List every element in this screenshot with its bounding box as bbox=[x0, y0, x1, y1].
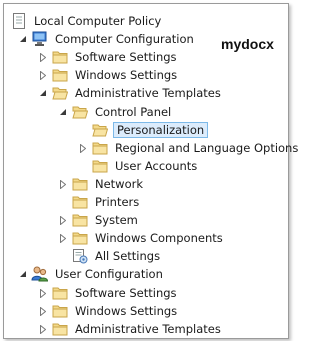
collapsed-arrow-icon[interactable] bbox=[78, 139, 88, 157]
tree-item-label: Printers bbox=[95, 195, 140, 209]
tree-item-label: Local Computer Policy bbox=[34, 14, 162, 28]
folder-icon bbox=[51, 67, 69, 83]
folder-icon bbox=[51, 49, 69, 65]
folder-icon bbox=[71, 230, 89, 246]
folder-icon bbox=[51, 303, 69, 319]
collapsed-arrow-icon[interactable] bbox=[58, 229, 68, 247]
expanded-arrow-icon[interactable] bbox=[18, 265, 28, 283]
tree-item-label: Software Settings bbox=[75, 286, 177, 300]
expanded-arrow-icon[interactable] bbox=[18, 30, 28, 48]
tree-item-uc-software-settings[interactable]: Software Settings bbox=[38, 284, 179, 302]
folder-open-icon bbox=[91, 122, 109, 138]
expanded-arrow-icon[interactable] bbox=[38, 84, 48, 102]
tree-item-uc-windows-settings[interactable]: Windows Settings bbox=[38, 302, 179, 320]
collapsed-arrow-icon[interactable] bbox=[58, 211, 68, 229]
users-icon bbox=[31, 266, 49, 282]
tree-item-label: Windows Components bbox=[95, 231, 223, 245]
collapsed-arrow-icon[interactable] bbox=[38, 48, 48, 66]
tree-item-label: Regional and Language Options bbox=[115, 141, 299, 155]
tree-item-personalization[interactable]: Personalization bbox=[91, 121, 209, 139]
tree-item-all-settings[interactable]: All Settings bbox=[71, 247, 162, 265]
collapsed-arrow-icon[interactable] bbox=[38, 320, 48, 338]
tree-item-uc-administrative-templates[interactable]: Administrative Templates bbox=[38, 320, 223, 338]
tree-item-network[interactable]: Network bbox=[58, 175, 145, 193]
folder-icon bbox=[71, 212, 89, 228]
tree-item-label: Administrative Templates bbox=[75, 322, 221, 336]
tree-item-control-panel[interactable]: Control Panel bbox=[58, 103, 173, 121]
tree-item-label: Network bbox=[95, 177, 144, 191]
tree-item-label: User Configuration bbox=[55, 267, 163, 281]
folder-icon bbox=[91, 140, 109, 156]
folder-icon bbox=[71, 176, 89, 192]
expanded-arrow-icon[interactable] bbox=[58, 103, 68, 121]
policy-document-icon bbox=[10, 13, 28, 29]
all-settings-icon bbox=[71, 248, 89, 264]
tree-item-label: System bbox=[95, 213, 138, 227]
collapsed-arrow-icon[interactable] bbox=[38, 66, 48, 84]
folder-icon bbox=[91, 158, 109, 174]
folder-open-icon bbox=[51, 85, 69, 101]
collapsed-arrow-icon[interactable] bbox=[38, 284, 48, 302]
tree-item-label: Administrative Templates bbox=[75, 86, 221, 100]
tree-item-label: Software Settings bbox=[75, 50, 177, 64]
folder-icon bbox=[51, 285, 69, 301]
tree-item-regional-language-options[interactable]: Regional and Language Options bbox=[78, 139, 300, 157]
tree-item-label: Control Panel bbox=[95, 105, 172, 119]
collapsed-arrow-icon[interactable] bbox=[38, 302, 48, 320]
tree-item-label: Windows Settings bbox=[75, 304, 178, 318]
collapsed-arrow-icon[interactable] bbox=[58, 175, 68, 193]
tree-item-local-computer-policy[interactable]: Local Computer Policy bbox=[10, 12, 163, 30]
tree-item-cc-software-settings[interactable]: Software Settings bbox=[38, 48, 179, 66]
tree-item-user-configuration[interactable]: User Configuration bbox=[18, 265, 165, 283]
tree-item-label: Computer Configuration bbox=[55, 32, 194, 46]
computer-icon bbox=[31, 31, 49, 47]
folder-open-icon bbox=[71, 104, 89, 120]
tree-item-label: User Accounts bbox=[115, 159, 198, 173]
watermark-text: mydocx bbox=[221, 36, 274, 52]
tree-item-cc-administrative-templates[interactable]: Administrative Templates bbox=[36, 84, 223, 102]
tree-item-label: All Settings bbox=[95, 249, 161, 263]
tree-item-computer-configuration[interactable]: Computer Configuration bbox=[18, 30, 196, 48]
tree-item-cc-windows-settings[interactable]: Windows Settings bbox=[38, 66, 179, 84]
tree-item-windows-components[interactable]: Windows Components bbox=[58, 229, 225, 247]
folder-icon bbox=[71, 194, 89, 210]
tree-item-label: Windows Settings bbox=[75, 68, 178, 82]
tree-item-system[interactable]: System bbox=[58, 211, 140, 229]
tree-item-user-accounts[interactable]: User Accounts bbox=[91, 157, 199, 175]
tree-item-label: Personalization bbox=[113, 122, 209, 138]
tree-item-printers[interactable]: Printers bbox=[71, 193, 141, 211]
folder-icon bbox=[51, 321, 69, 337]
